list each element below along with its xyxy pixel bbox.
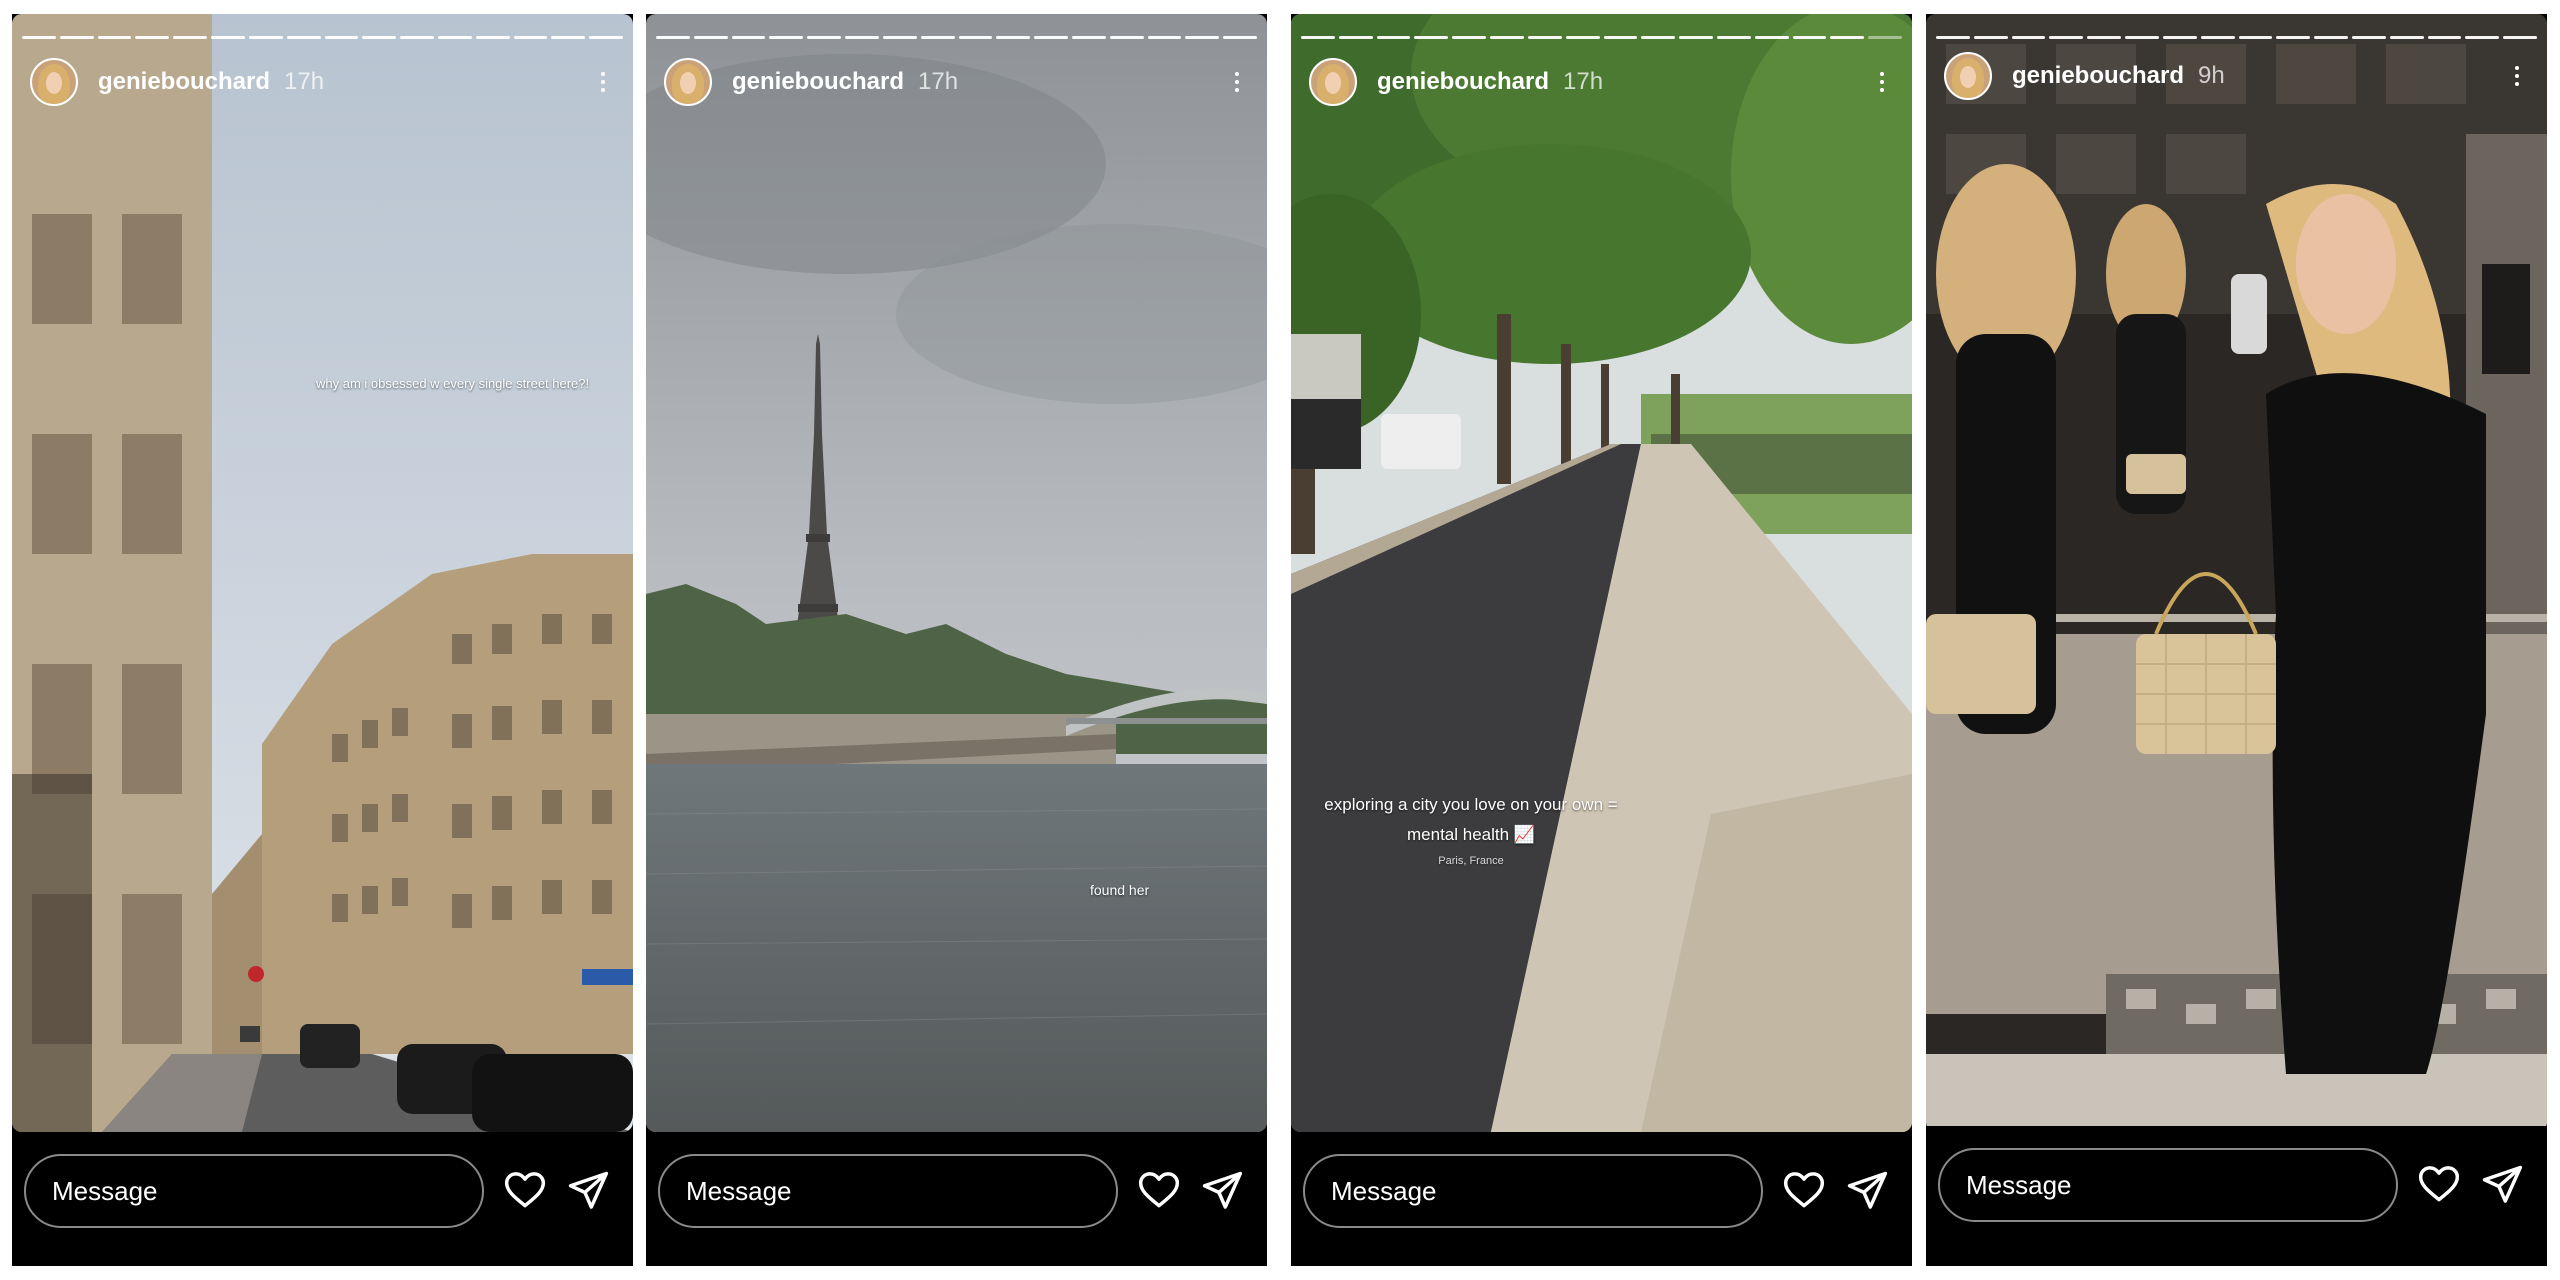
story-footer: Message (646, 1132, 1267, 1266)
timestamp: 17h (1563, 68, 1604, 95)
story-header: geniebouchard 17h (664, 56, 1249, 108)
profile-avatar[interactable] (1309, 58, 1357, 106)
username[interactable]: geniebouchard (732, 68, 904, 96)
story-footer: Message (1926, 1126, 2547, 1260)
send-icon[interactable] (1845, 1168, 1889, 1212)
story-card-3[interactable]: geniebouchard 17h exploring a city you l… (1291, 14, 1912, 1266)
send-icon[interactable] (2480, 1162, 2524, 1206)
more-vertical-icon[interactable] (1225, 66, 1249, 98)
story-caption: exploring a city you love on your own = … (1321, 790, 1621, 872)
story-photo (646, 14, 1267, 1132)
more-vertical-icon[interactable] (2505, 60, 2529, 92)
progress-bar (656, 36, 1257, 39)
message-input[interactable]: Message (1938, 1148, 2398, 1222)
username[interactable]: geniebouchard (98, 68, 270, 96)
story-photo (12, 14, 633, 1132)
caption-line: found her (1090, 882, 1150, 898)
more-vertical-icon[interactable] (591, 66, 615, 98)
story-footer: Message (1291, 1132, 1912, 1266)
heart-icon[interactable] (2417, 1162, 2461, 1206)
username[interactable]: geniebouchard (2012, 62, 2184, 90)
story-card-1[interactable]: geniebouchard 17h why am i obsessed w ev… (12, 14, 633, 1266)
caption-line: exploring a city you love on your own = (1324, 795, 1618, 814)
message-input[interactable]: Message (1303, 1154, 1763, 1228)
profile-avatar[interactable] (1944, 52, 1992, 100)
story-photo (1926, 14, 2547, 1132)
more-vertical-icon[interactable] (1870, 66, 1894, 98)
story-caption: why am i obsessed w every single street … (316, 376, 589, 391)
story-header: geniebouchard 17h (1309, 56, 1894, 108)
timestamp: 17h (918, 68, 959, 95)
story-card-2[interactable]: geniebouchard 17h found her Message (646, 14, 1267, 1266)
heart-icon[interactable] (503, 1168, 547, 1212)
caption-line: why am i obsessed w every single street … (316, 376, 590, 391)
story-header: geniebouchard 9h (1944, 50, 2529, 102)
message-input[interactable]: Message (658, 1154, 1118, 1228)
profile-avatar[interactable] (664, 58, 712, 106)
caption-line: mental health 📈 (1407, 825, 1535, 844)
username[interactable]: geniebouchard (1377, 68, 1549, 96)
timestamp: 9h (2198, 62, 2225, 89)
progress-bar (1301, 36, 1902, 39)
location-sticker[interactable]: Paris, France (1321, 850, 1621, 872)
heart-icon[interactable] (1782, 1168, 1826, 1212)
story-footer: Message (12, 1132, 633, 1266)
timestamp: 17h (284, 68, 325, 95)
story-card-4[interactable]: geniebouchard 9h Message (1926, 14, 2547, 1266)
profile-avatar[interactable] (30, 58, 78, 106)
heart-icon[interactable] (1137, 1168, 1181, 1212)
progress-bar (1936, 36, 2537, 39)
progress-bar (22, 36, 623, 39)
message-input[interactable]: Message (24, 1154, 484, 1228)
send-icon[interactable] (566, 1168, 610, 1212)
story-caption: found her (1090, 882, 1149, 898)
story-photo (1291, 14, 1912, 1132)
story-header: geniebouchard 17h (30, 56, 615, 108)
send-icon[interactable] (1200, 1168, 1244, 1212)
